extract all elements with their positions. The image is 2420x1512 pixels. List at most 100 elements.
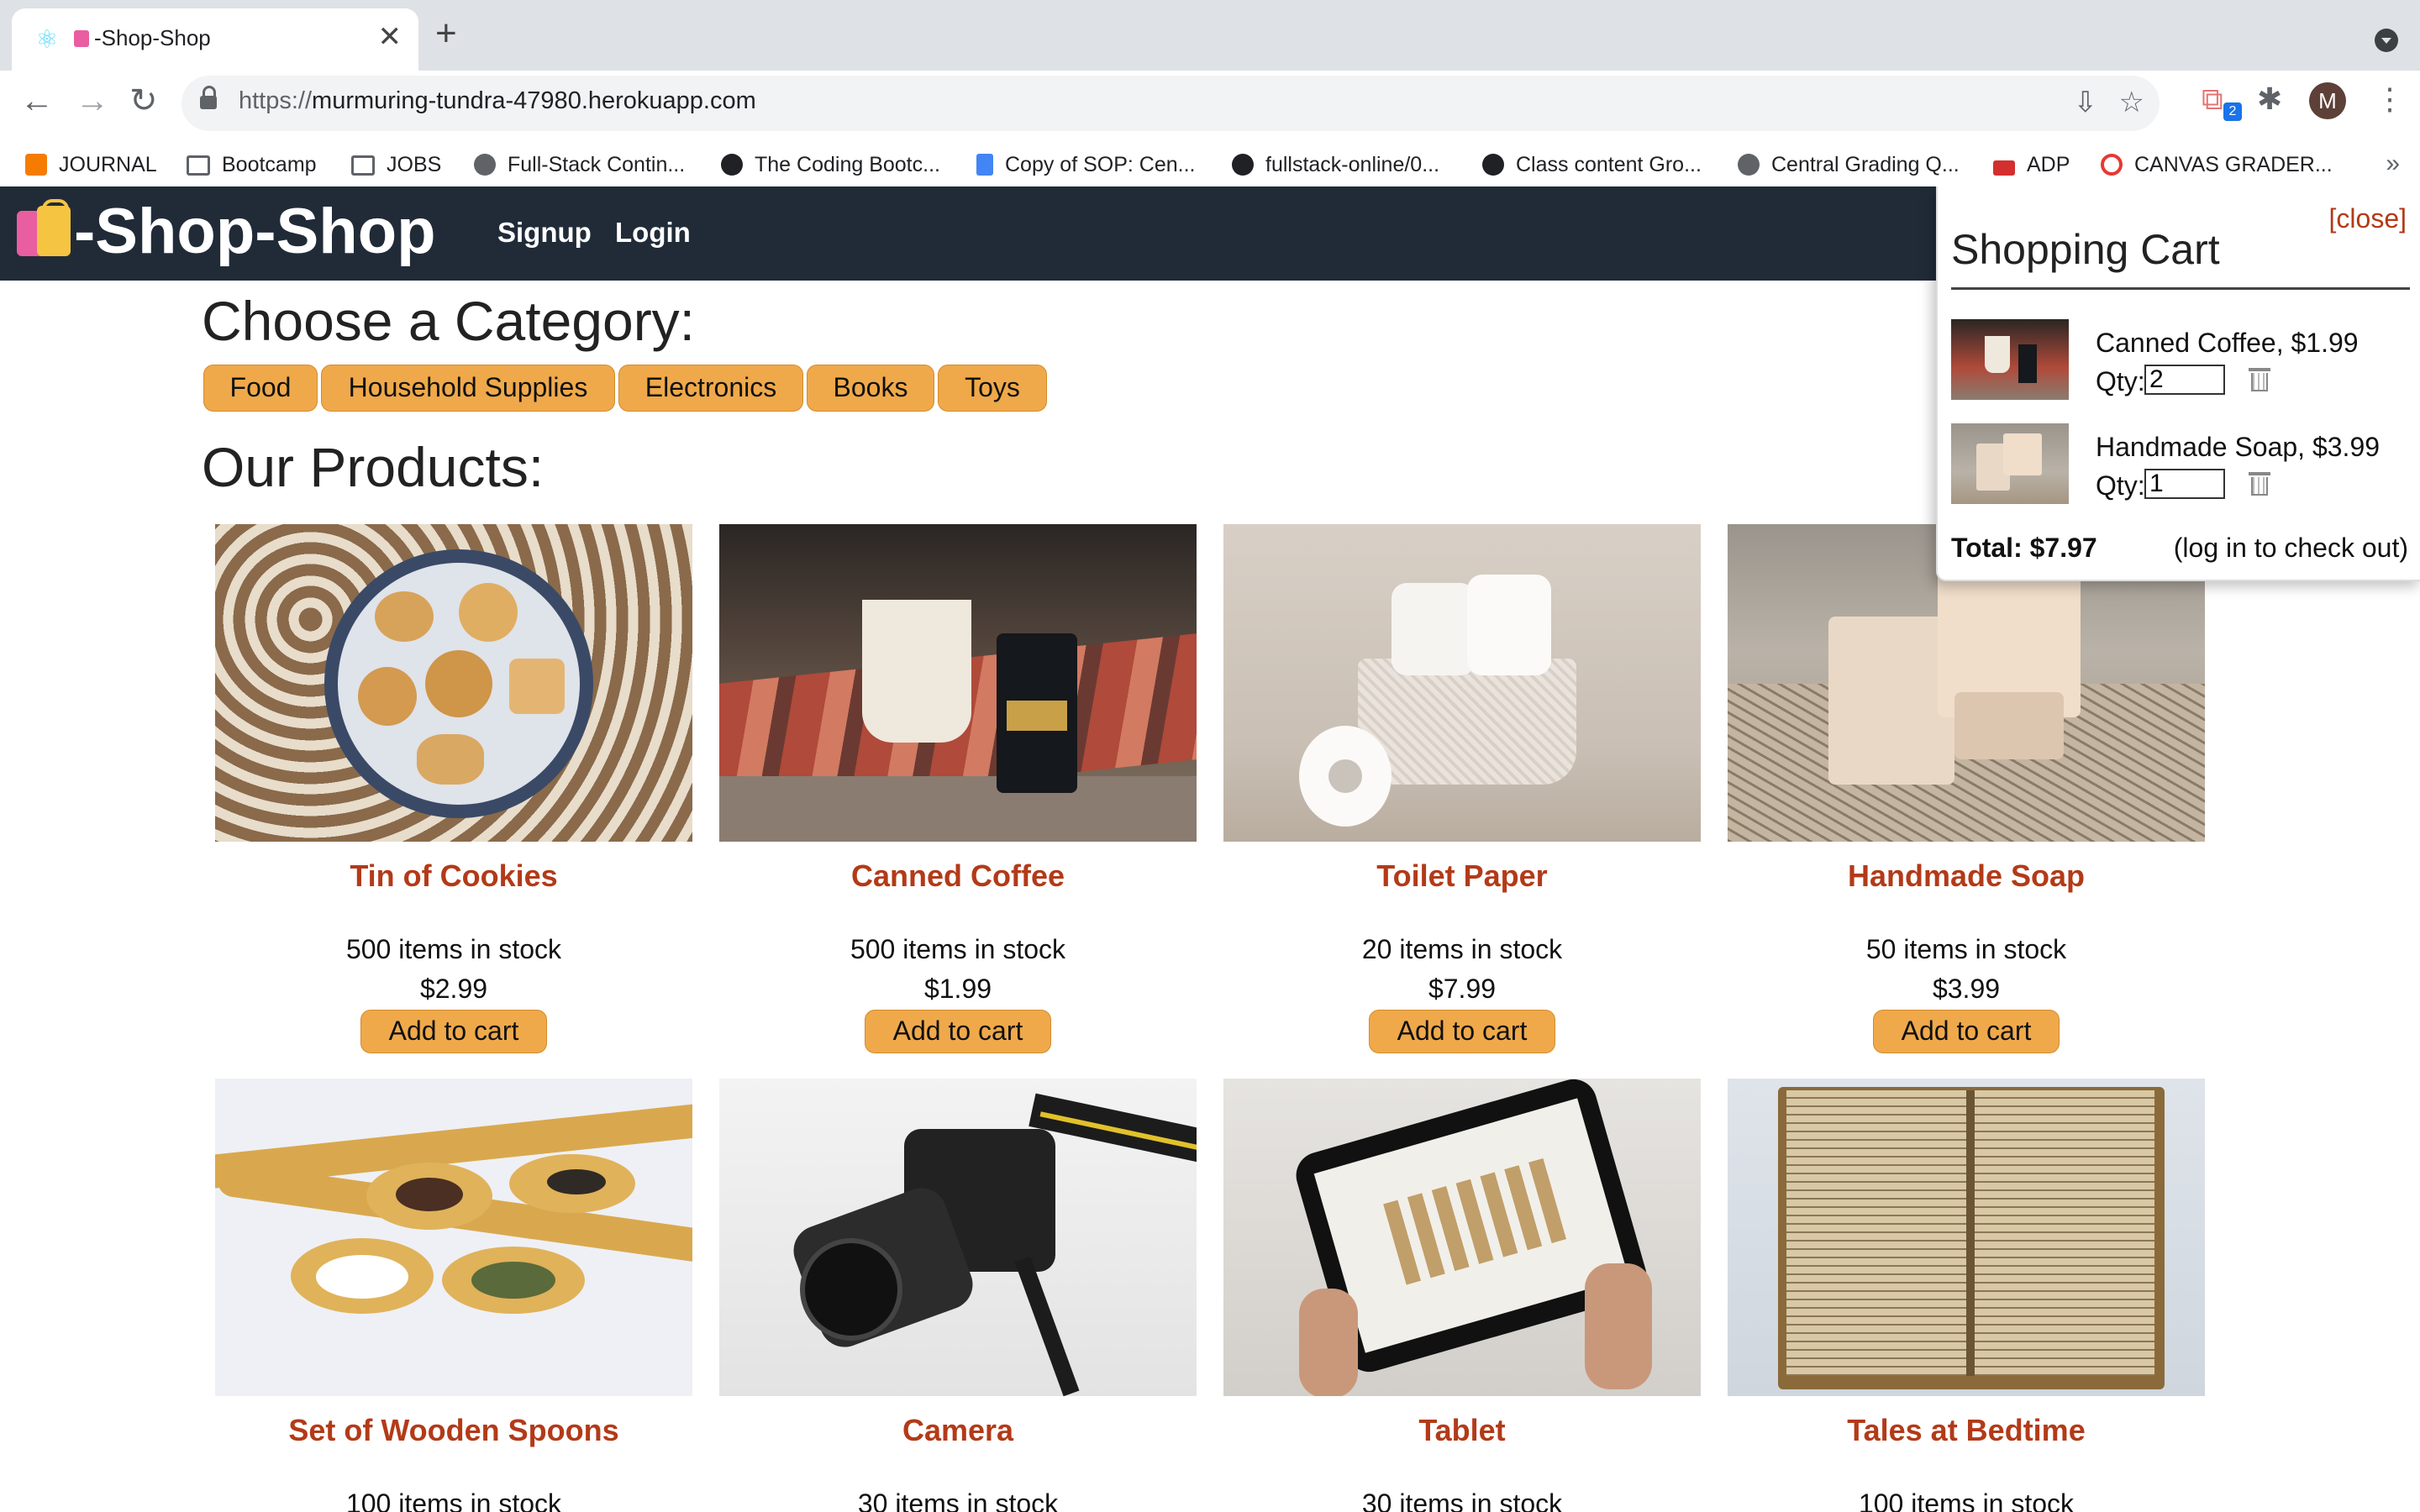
forward-icon[interactable]: → <box>76 84 109 118</box>
add-to-cart-button[interactable]: Add to cart <box>865 1010 1051 1053</box>
shopping-cart-panel: [close] Shopping Cart Canned Coffee, $1.… <box>1936 186 2420 581</box>
star-icon[interactable]: ☆ <box>2119 86 2144 119</box>
tab-title: -Shop-Shop <box>94 25 211 50</box>
bookmark-item[interactable]: CANVAS GRADER... <box>2101 153 2333 177</box>
category-toys-button[interactable]: Toys <box>938 365 1047 412</box>
product-image-camera[interactable] <box>719 1079 1197 1396</box>
cart-close-button[interactable]: [close] <box>2329 203 2407 234</box>
category-household-button[interactable]: Household Supplies <box>321 365 615 412</box>
url-scheme: https:// <box>239 87 313 114</box>
new-tab-button[interactable]: + <box>435 15 457 52</box>
github-icon <box>1482 154 1504 176</box>
product-price: $2.99 <box>419 974 488 1004</box>
address-bar[interactable]: https://murmuring-tundra-47980.herokuapp… <box>182 76 2160 131</box>
bookmark-item[interactable]: JOURNAL <box>25 153 157 177</box>
product-card: Tales at Bedtime 100 items in stock <box>1728 1079 2205 1512</box>
product-image-tablet[interactable] <box>1223 1079 1701 1396</box>
adp-icon <box>1993 160 2015 176</box>
logo-text: -Shop-Shop <box>74 196 436 267</box>
bookmarks-overflow-icon[interactable]: » <box>2386 150 2400 178</box>
product-card: Camera 30 items in stock <box>719 1079 1197 1512</box>
browser-tab[interactable]: ⚛ -Shop-Shop ✕ <box>12 8 418 71</box>
product-image-spoons[interactable] <box>215 1079 692 1396</box>
product-stock: 30 items in stock <box>857 1488 1059 1512</box>
product-stock: 500 items in stock <box>850 934 1066 964</box>
bookmark-item[interactable]: Central Grading Q... <box>1738 153 1960 177</box>
product-card: Set of Wooden Spoons 100 items in stock <box>215 1079 692 1512</box>
product-image-coffee[interactable] <box>719 524 1197 842</box>
bookmark-item[interactable]: JOBS <box>351 153 441 177</box>
github-icon <box>721 154 743 176</box>
product-stock: 500 items in stock <box>345 934 562 964</box>
add-to-cart-button[interactable]: Add to cart <box>1369 1010 1555 1053</box>
bookmark-item[interactable]: fullstack-online/0... <box>1232 153 1439 177</box>
shopping-bag-icon <box>74 30 89 47</box>
bookmark-item[interactable]: Bootcamp <box>187 153 317 177</box>
bookmark-item[interactable]: Copy of SOP: Cen... <box>976 153 1196 177</box>
avatar[interactable]: M <box>2309 82 2346 119</box>
kebab-menu-icon[interactable]: ⋮ <box>2375 82 2405 116</box>
browser-toolbar: ← → ↻ https://murmuring-tundra-47980.her… <box>0 71 2420 200</box>
product-name[interactable]: Tablet <box>1223 1413 1701 1448</box>
products-heading: Our Products: <box>202 436 544 498</box>
close-tab-icon[interactable]: ✕ <box>378 20 402 54</box>
product-name[interactable]: Set of Wooden Spoons <box>215 1413 692 1448</box>
product-stock: 100 items in stock <box>345 1488 562 1512</box>
url-host: murmuring-tundra-47980.herokuapp.com <box>312 87 756 114</box>
bookmark-item[interactable]: Class content Gro... <box>1482 153 1702 177</box>
product-image-toilet-paper[interactable] <box>1223 524 1701 842</box>
canvas-icon <box>2101 154 2123 176</box>
reload-icon[interactable]: ↻ <box>129 84 158 118</box>
product-stock: 100 items in stock <box>1858 1488 2075 1512</box>
add-to-cart-button[interactable]: Add to cart <box>360 1010 547 1053</box>
add-to-cart-button[interactable]: Add to cart <box>1873 1010 2060 1053</box>
folder-icon <box>351 155 375 176</box>
quantity-input[interactable] <box>2144 365 2225 395</box>
category-electronics-button[interactable]: Electronics <box>618 365 803 412</box>
product-stock: 20 items in stock <box>1361 934 1563 964</box>
cart-item: Canned Coffee, $1.99 Qty: <box>1951 319 2410 415</box>
product-name[interactable]: Tin of Cookies <box>215 858 692 894</box>
checkout-note: (log in to check out) <box>2173 533 2408 563</box>
install-icon[interactable]: ⇩ <box>2074 86 2098 119</box>
cart-divider <box>1951 287 2410 290</box>
bookmark-item[interactable]: Full-Stack Contin... <box>474 153 685 177</box>
product-name[interactable]: Canned Coffee <box>719 858 1197 894</box>
cart-total: Total: $7.97 <box>1951 533 2097 563</box>
cart-item: Handmade Soap, $3.99 Qty: <box>1951 423 2410 519</box>
app-root: -Shop-Shop Signup Login Choose a Categor… <box>0 186 2420 1512</box>
product-stock: 30 items in stock <box>1361 1488 1563 1512</box>
tab-search-icon[interactable] <box>2375 29 2398 52</box>
qty-label: Qty: <box>2096 470 2145 501</box>
extension-badge: 2 <box>2223 102 2242 121</box>
extension-icon[interactable]: ⧉ <box>2202 82 2223 116</box>
bookmark-item[interactable]: The Coding Bootc... <box>721 153 940 177</box>
signup-link[interactable]: Signup <box>497 217 592 249</box>
product-price: $1.99 <box>923 974 992 1004</box>
react-icon: ⚛ <box>35 26 59 54</box>
category-books-button[interactable]: Books <box>807 365 934 412</box>
trash-icon[interactable] <box>2249 366 2270 391</box>
blogger-icon <box>25 154 47 176</box>
trash-icon[interactable] <box>2249 470 2270 496</box>
quantity-input[interactable] <box>2144 469 2225 499</box>
browser-tabstrip: ⚛ -Shop-Shop ✕ + <box>0 0 2420 71</box>
github-icon <box>1232 154 1254 176</box>
product-stock: 50 items in stock <box>1865 934 2067 964</box>
cart-item-thumbnail <box>1951 423 2069 504</box>
site-logo[interactable]: -Shop-Shop <box>12 195 436 268</box>
product-name[interactable]: Toilet Paper <box>1223 858 1701 894</box>
puzzle-icon[interactable]: ✱ <box>2257 82 2282 116</box>
back-icon[interactable]: ← <box>20 84 54 118</box>
bookmark-item[interactable]: ADP <box>1993 153 2070 177</box>
login-link[interactable]: Login <box>615 217 691 249</box>
product-image-cookies[interactable] <box>215 524 692 842</box>
product-name[interactable]: Handmade Soap <box>1728 858 2205 894</box>
globe-icon <box>1738 154 1760 176</box>
product-image-book[interactable] <box>1728 1079 2205 1396</box>
product-name[interactable]: Tales at Bedtime <box>1728 1413 2205 1448</box>
product-price: $7.99 <box>1428 974 1497 1004</box>
category-food-button[interactable]: Food <box>203 365 318 412</box>
product-name[interactable]: Camera <box>719 1413 1197 1448</box>
product-price: $3.99 <box>1932 974 2001 1004</box>
